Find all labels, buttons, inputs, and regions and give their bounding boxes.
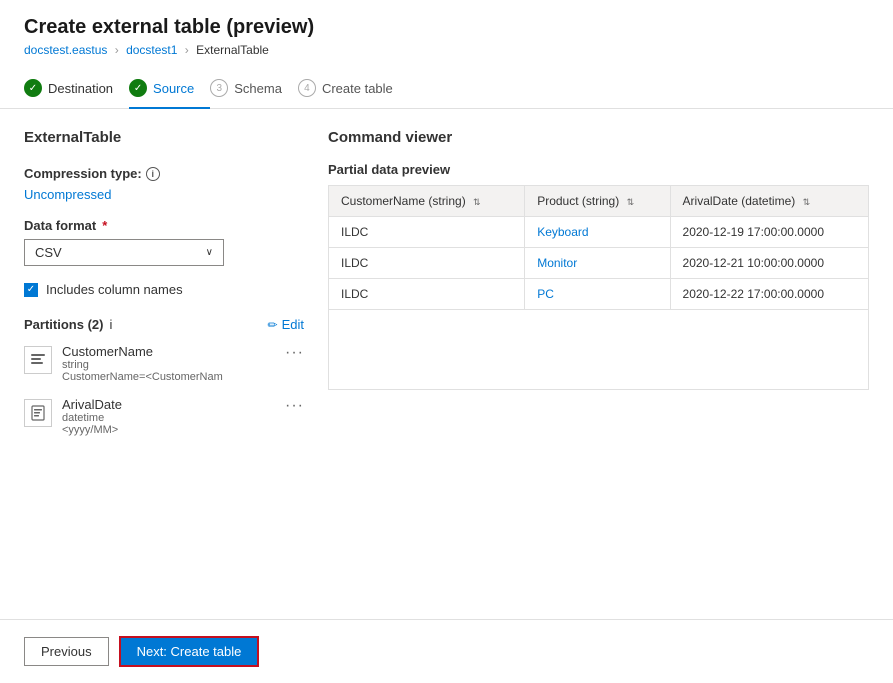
partitions-info-icon[interactable]: i (109, 317, 112, 332)
partition-2-menu[interactable]: ··· (285, 397, 304, 415)
partition-2-name: ArivalDate (62, 397, 275, 412)
step-source-circle: ✓ (129, 79, 147, 97)
partitions-header: Partitions (2) i ✏ Edit (24, 317, 304, 332)
table-row: ILDC PC 2020-12-22 17:00:00.0000 (329, 279, 869, 310)
col-header-date[interactable]: ArivalDate (datetime) ⇅ (670, 186, 868, 217)
partition-item-1: CustomerName string CustomerName=<Custom… (24, 344, 304, 383)
edit-icon: ✏ (268, 318, 278, 332)
next-create-table-button[interactable]: Next: Create table (119, 636, 260, 667)
preview-section: Partial data preview CustomerName (strin… (328, 162, 869, 390)
checkmark-icon: ✓ (29, 83, 37, 94)
compression-type-label: Compression type: i (24, 166, 304, 181)
preview-empty-area (328, 310, 869, 390)
sort-icon-date: ⇅ (803, 197, 811, 208)
column-names-checkbox[interactable]: ✓ (24, 283, 38, 297)
step-source[interactable]: ✓ Source (129, 69, 210, 109)
cell-product-1: Keyboard (525, 217, 670, 248)
command-viewer-title: Command viewer (328, 129, 869, 146)
partition-2-details: ArivalDate datetime <yyyy/MM> (62, 397, 275, 436)
partition-type-icon-2 (24, 399, 52, 427)
cell-customer-2: ILDC (329, 248, 525, 279)
table-row: ILDC Monitor 2020-12-21 10:00:00.0000 (329, 248, 869, 279)
partition-1-name: CustomerName (62, 344, 275, 359)
breadcrumb-sep-2: › (185, 43, 189, 57)
compression-type-group: Compression type: i Uncompressed (24, 166, 304, 202)
compression-info-icon[interactable]: i (146, 167, 160, 181)
cell-customer-1: ILDC (329, 217, 525, 248)
table-header-row: CustomerName (string) ⇅ Product (string)… (329, 186, 869, 217)
checkmark-icon-2: ✓ (134, 83, 142, 94)
cell-product-3: PC (525, 279, 670, 310)
step-create-table-number: 4 (304, 83, 310, 94)
step-destination-label: Destination (48, 81, 113, 96)
chevron-down-icon: ∨ (206, 247, 213, 258)
checkbox-check-icon: ✓ (27, 284, 35, 295)
step-source-label: Source (153, 81, 194, 96)
previous-button[interactable]: Previous (24, 637, 109, 666)
partitions-title: Partitions (2) (24, 317, 103, 332)
partition-2-type: datetime (62, 412, 275, 424)
partition-1-type: string (62, 359, 275, 371)
page-title: Create external table (preview) (24, 16, 869, 39)
partitions-section: Partitions (2) i ✏ Edit (24, 317, 304, 436)
col-customer-label: CustomerName (string) (341, 194, 466, 208)
breadcrumb-table: ExternalTable (196, 43, 269, 57)
right-panel: Command viewer Partial data preview Cust… (328, 109, 869, 619)
table-row: ILDC Keyboard 2020-12-19 17:00:00.0000 (329, 217, 869, 248)
col-header-customer[interactable]: CustomerName (string) ⇅ (329, 186, 525, 217)
partition-type-icon-1 (24, 346, 52, 374)
step-create-table-circle: 4 (298, 79, 316, 97)
column-names-row[interactable]: ✓ Includes column names (24, 282, 304, 297)
breadcrumb: docstest.eastus › docstest1 › ExternalTa… (24, 43, 869, 57)
breadcrumb-database[interactable]: docstest1 (126, 43, 177, 57)
data-format-group: Data format * CSV ∨ (24, 218, 304, 266)
data-format-select[interactable]: CSV ∨ (24, 239, 224, 266)
data-format-value: CSV (35, 245, 62, 260)
step-destination-circle: ✓ (24, 79, 42, 97)
breadcrumb-server[interactable]: docstest.eastus (24, 43, 107, 57)
step-create-table-label: Create table (322, 81, 393, 96)
data-format-label: Data format * (24, 218, 304, 233)
partitions-edit-button[interactable]: ✏ Edit (268, 317, 304, 332)
header: Create external table (preview) docstest… (0, 0, 893, 69)
step-schema-label: Schema (234, 81, 282, 96)
step-create-table[interactable]: 4 Create table (298, 69, 409, 109)
data-format-required: * (102, 218, 107, 233)
sort-icon-product: ⇅ (627, 197, 635, 208)
partition-1-menu[interactable]: ··· (285, 344, 304, 362)
cell-product-2: Monitor (525, 248, 670, 279)
steps-nav: ✓ Destination ✓ Source 3 Schema 4 Create… (0, 69, 893, 109)
partition-1-value: CustomerName=<CustomerNam (62, 371, 275, 383)
footer: Previous Next: Create table (0, 619, 893, 683)
col-date-label: ArivalDate (datetime) (683, 194, 796, 208)
breadcrumb-sep-1: › (115, 43, 119, 57)
partition-2-value: <yyyy/MM> (62, 424, 275, 436)
cell-date-1: 2020-12-19 17:00:00.0000 (670, 217, 868, 248)
partition-1-details: CustomerName string CustomerName=<Custom… (62, 344, 275, 383)
left-panel-title: ExternalTable (24, 129, 304, 146)
compression-type-value[interactable]: Uncompressed (24, 187, 304, 202)
cell-customer-3: ILDC (329, 279, 525, 310)
partition-item-2: ArivalDate datetime <yyyy/MM> ··· (24, 397, 304, 436)
left-panel: ExternalTable Compression type: i Uncomp… (24, 109, 304, 619)
col-header-product[interactable]: Product (string) ⇅ (525, 186, 670, 217)
column-names-label: Includes column names (46, 282, 183, 297)
col-product-label: Product (string) (537, 194, 619, 208)
cell-date-3: 2020-12-22 17:00:00.0000 (670, 279, 868, 310)
step-schema[interactable]: 3 Schema (210, 69, 298, 109)
step-schema-number: 3 (216, 83, 222, 94)
step-destination[interactable]: ✓ Destination (24, 69, 129, 109)
cell-date-2: 2020-12-21 10:00:00.0000 (670, 248, 868, 279)
page-container: Create external table (preview) docstest… (0, 0, 893, 683)
preview-title: Partial data preview (328, 162, 869, 177)
main-content: ExternalTable Compression type: i Uncomp… (0, 109, 893, 619)
step-schema-circle: 3 (210, 79, 228, 97)
data-table: CustomerName (string) ⇅ Product (string)… (328, 185, 869, 310)
sort-icon-customer: ⇅ (473, 197, 481, 208)
